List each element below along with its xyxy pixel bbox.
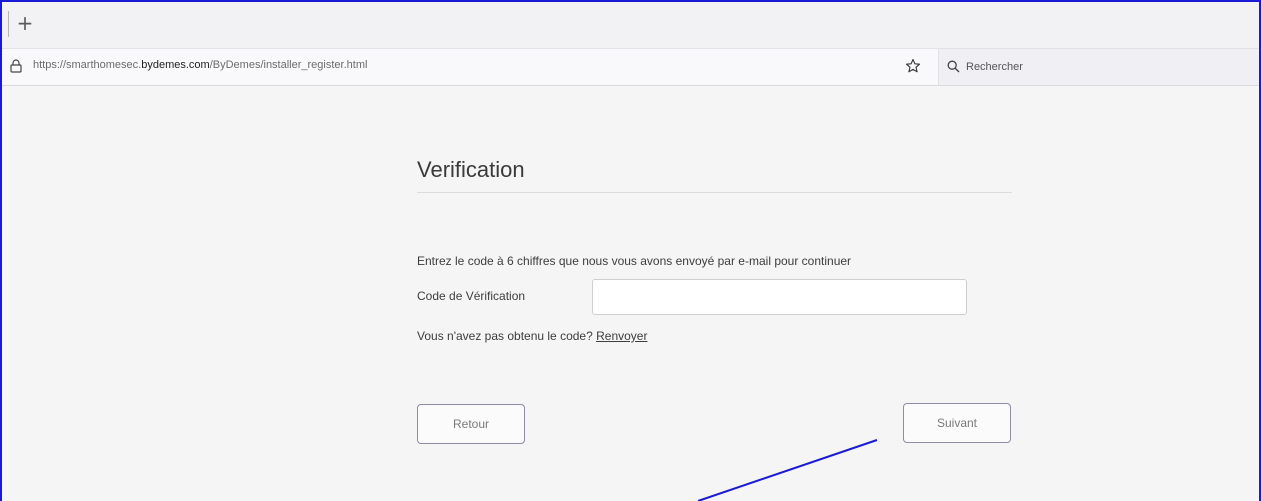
url-text[interactable]: https://smarthomesec.bydemes.com/ByDemes… bbox=[33, 59, 367, 71]
verification-code-label: Code de Vérification bbox=[417, 289, 526, 303]
tab-bar: + bbox=[0, 0, 1261, 48]
instructions-text: Entrez le code à 6 chiffres que nous vou… bbox=[417, 254, 852, 268]
url-path: /ByDemes/installer_register.html bbox=[209, 59, 368, 71]
url-host: bydemes.com bbox=[141, 59, 210, 71]
title-divider bbox=[417, 192, 1012, 193]
resend-link[interactable]: Renvoyer bbox=[596, 329, 647, 343]
page-title: Verification bbox=[417, 157, 525, 182]
lock-icon bbox=[10, 59, 22, 73]
page-content: Verification Entrez le code à 6 chiffres… bbox=[0, 85, 1261, 501]
search-icon bbox=[947, 60, 960, 73]
address-bar[interactable]: https://smarthomesec.bydemes.com/ByDemes… bbox=[0, 48, 1261, 86]
verification-code-input[interactable] bbox=[592, 279, 967, 315]
back-button[interactable]: Retour bbox=[417, 404, 525, 444]
search-box[interactable] bbox=[938, 49, 1261, 85]
new-tab-button[interactable]: + bbox=[8, 11, 41, 37]
url-prefix: https://smarthomesec. bbox=[33, 59, 142, 71]
resend-prompt: Vous n'avez pas obtenu le code? bbox=[417, 329, 593, 343]
next-button[interactable]: Suivant bbox=[903, 403, 1011, 443]
bookmark-star-icon[interactable] bbox=[905, 58, 921, 74]
resend-line: Vous n'avez pas obtenu le code? Renvoyer bbox=[417, 329, 647, 343]
search-input[interactable] bbox=[964, 57, 1248, 77]
